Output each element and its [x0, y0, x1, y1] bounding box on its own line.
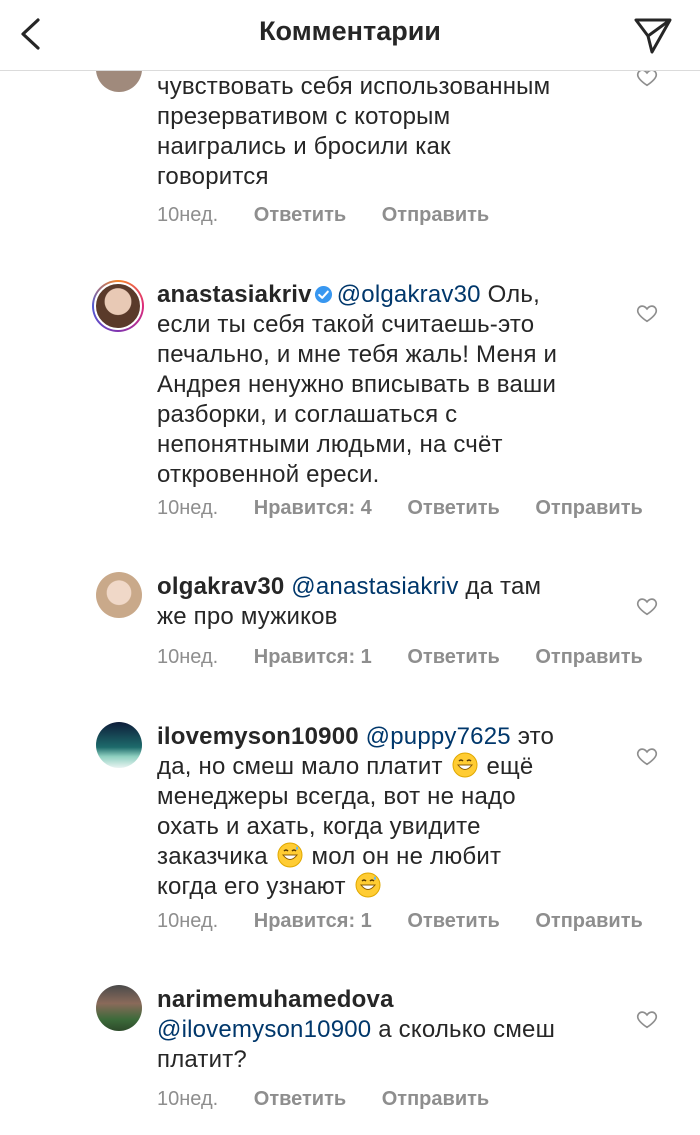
comment-username[interactable]: anastasiakriv	[157, 281, 312, 308]
comment-line: если ты себя такой считаешь-это	[157, 311, 535, 338]
avatar[interactable]	[92, 280, 144, 332]
heart-icon[interactable]	[636, 302, 658, 324]
page-title: Комментарии	[259, 16, 441, 46]
comment-line: Андрея ненужно вписывать в ваши	[157, 371, 557, 398]
grinning-sweat-emoji-icon	[277, 842, 303, 868]
comment-line: разборки, и соглашаться с	[157, 401, 458, 428]
comment-line: это	[517, 723, 555, 750]
comment-username[interactable]: ilovemyson10900	[157, 723, 359, 750]
comment-line: наигрались и бросили как	[157, 133, 451, 160]
comment-line: а сколько смеш	[378, 1016, 556, 1043]
comment-line: когда его узнают	[157, 873, 346, 900]
grinning-sweat-emoji-icon	[452, 752, 478, 778]
reply-button[interactable]: Ответить	[407, 646, 499, 668]
comment-meta: 10нед. Нравится: 1 Ответить Отправить	[157, 910, 673, 933]
comment-time: 10нед.	[157, 646, 219, 668]
send-button[interactable]: Отправить	[535, 497, 642, 519]
comment-username[interactable]: olgakrav30	[157, 573, 284, 600]
reply-button[interactable]: Ответить	[407, 910, 499, 932]
comment-line: да там	[465, 573, 542, 600]
send-button[interactable]: Отправить	[535, 646, 642, 668]
comment-time: 10нед.	[157, 204, 219, 226]
comment-line: охать и ахать, когда увидите	[157, 813, 481, 840]
avatar[interactable]	[96, 572, 142, 618]
send-direct-icon[interactable]	[632, 14, 674, 56]
comment-line: печально, и мне тебя жаль! Меня и	[157, 341, 558, 368]
comment-line: платит?	[157, 1046, 247, 1073]
heart-icon[interactable]	[636, 1008, 658, 1030]
mention-link[interactable]: @puppy7625	[366, 723, 511, 750]
send-button[interactable]: Отправить	[382, 1088, 489, 1110]
comment-meta: 10нед. Нравится: 1 Ответить Отправить	[157, 646, 673, 669]
comment-text: чувствовать себя использованным презерва…	[157, 72, 597, 192]
heart-icon[interactable]	[636, 745, 658, 767]
comment-time: 10нед.	[157, 910, 219, 932]
comment-line: Оль,	[487, 281, 540, 308]
reply-button[interactable]: Ответить	[407, 497, 499, 519]
likes-count[interactable]: Нравится: 1	[254, 646, 372, 668]
mention-link[interactable]: @anastasiakriv	[291, 573, 458, 600]
send-button[interactable]: Отправить	[382, 204, 489, 226]
verified-badge-icon	[314, 285, 332, 304]
comment-username[interactable]: narimemuhamedova	[157, 985, 597, 1015]
comment-text: olgakrav30 @anastasiakriv да там же про …	[157, 572, 597, 632]
grinning-sweat-emoji-icon	[355, 872, 381, 898]
comment-line: же про мужиков	[157, 603, 338, 630]
comment-text: ilovemyson10900 @puppy7625 это да, но см…	[157, 722, 597, 902]
comment-line: презервативом с которым	[157, 103, 451, 130]
comment-text: anastasiakriv @olgakrav30 Оль, если ты се…	[157, 280, 597, 490]
likes-count[interactable]: Нравится: 4	[254, 497, 372, 519]
send-button[interactable]: Отправить	[535, 910, 642, 932]
reply-button[interactable]: Ответить	[254, 204, 346, 226]
comment-line: да, но смеш мало платит	[157, 753, 443, 780]
comment-line: говорится	[157, 163, 269, 190]
mention-link[interactable]: @olgakrav30	[337, 281, 481, 308]
comment-time: 10нед.	[157, 1088, 219, 1110]
avatar[interactable]	[96, 985, 142, 1031]
comment-time: 10нед.	[157, 497, 219, 519]
heart-icon[interactable]	[636, 595, 658, 617]
reply-button[interactable]: Ответить	[254, 1088, 346, 1110]
comment-text: narimemuhamedova @ilovemyson10900 а скол…	[157, 985, 597, 1075]
mention-link[interactable]: @ilovemyson10900	[157, 1016, 371, 1043]
comment-line: мол он не любит	[311, 843, 502, 870]
comment-line: ещё	[486, 753, 534, 780]
comment-meta: 10нед. Ответить Отправить	[157, 204, 519, 227]
comment-line: заказчика	[157, 843, 268, 870]
avatar[interactable]	[96, 722, 142, 768]
likes-count[interactable]: Нравится: 1	[254, 910, 372, 932]
comment-line: менеджеры всегда, вот не надо	[157, 783, 516, 810]
comment-line: чувствовать себя использованным	[157, 73, 551, 100]
comment-line: откровенной ереси.	[157, 461, 380, 488]
comment-meta: 10нед. Ответить Отправить	[157, 1088, 519, 1111]
comment-line: непонятными людьми, на счёт	[157, 431, 503, 458]
comment-meta: 10нед. Нравится: 4 Ответить Отправить	[157, 497, 673, 520]
header-bar: Комментарии	[0, 0, 700, 71]
